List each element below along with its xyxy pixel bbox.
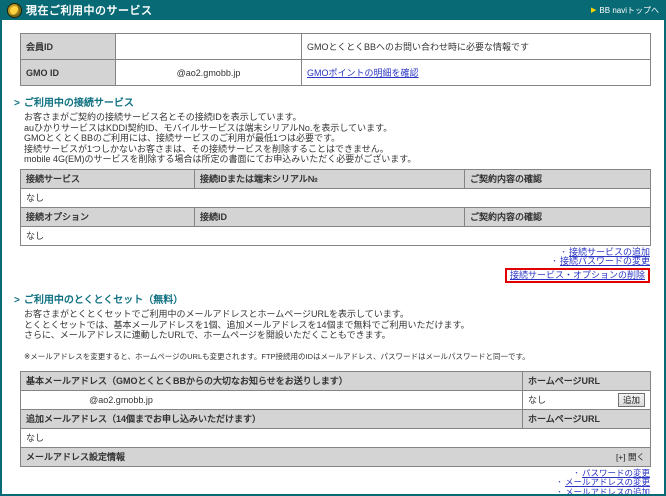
tokutoku-description: お客さまがとくとくセットでご利用中のメールアドレスとホームページURLを表示して…: [24, 309, 664, 341]
table-header-row: 接続オプション 接続ID ご契約内容の確認: [21, 207, 651, 226]
bullet-icon: ・: [560, 249, 567, 256]
description-line: さらに、メールアドレスに連動したURLで、ホームページを開設いただくこともできま…: [24, 330, 664, 341]
link-add-connection-service[interactable]: 接続サービスの追加: [569, 247, 650, 257]
bb-mascot-icon: [7, 3, 22, 18]
mail-settings-label: メールアドレス設定情報: [26, 450, 125, 463]
red-highlight-box: 接続サービス・オプションの削除: [505, 268, 650, 284]
header-bar: 現在ご利用中のサービス ▶ BB naviトップへ: [0, 0, 666, 20]
mail-settings-open-toggle[interactable]: [+] 開く: [616, 451, 645, 463]
content-area: 会員ID GMOとくとくBBへのお問い合わせ時に必要な情報です GMO ID @…: [2, 20, 664, 494]
section-prefix: >: [14, 295, 20, 306]
table-row: GMO ID @ao2.gmobb.jp GMOポイントの明細を確認: [21, 60, 651, 86]
description-line: お客さまがご契約の接続サービス名とその接続IDを表示しています。: [24, 112, 664, 123]
connection-table: 接続サービス 接続IDまたは端末シリアル№ ご契約内容の確認 なし 接続オプショ…: [20, 169, 651, 246]
bbnavi-top-label: BB naviトップへ: [599, 5, 659, 16]
table-row: なし: [21, 226, 651, 245]
link-change-connection-password[interactable]: 接続パスワードの変更: [560, 256, 650, 266]
col-connection-service: 接続サービス: [21, 169, 195, 188]
col-connection-option: 接続オプション: [21, 207, 195, 226]
col-contract-check2: ご契約内容の確認: [465, 207, 651, 226]
account-table: 会員ID GMOとくとくBBへのお問い合わせ時に必要な情報です GMO ID @…: [20, 33, 651, 86]
page: 現在ご利用中のサービス ▶ BB naviトップへ 会員ID GMOとくとくBB…: [0, 0, 666, 496]
connection-option-none: なし: [21, 226, 651, 245]
col-homepage-url2: ホームページURL: [523, 409, 651, 428]
description-line: GMOとくとくBBのご利用には、接続サービスのご利用が最低1つは必要です。: [24, 133, 664, 144]
link-line: ・メールアドレスの変更: [20, 478, 650, 488]
table-header-row: 追加メールアドレス（14個までお申し込みいただけます） ホームページURL: [21, 409, 651, 428]
table-row: なし: [21, 188, 651, 207]
additional-mail-none: なし: [21, 428, 651, 447]
col-contract-check: ご契約内容の確認: [465, 169, 651, 188]
link-add-mail-address[interactable]: メールアドレスの追加: [565, 487, 650, 494]
col-basic-mail: 基本メールアドレス（GMOとくとくBBからの大切なお知らせをお送りします）: [21, 371, 523, 390]
gmo-points-link[interactable]: GMOポイントの明細を確認: [307, 68, 419, 78]
member-id-note: GMOとくとくBBへのお問い合わせ時に必要な情報です: [302, 34, 651, 60]
link-line: ・メールアドレスの追加: [20, 488, 650, 494]
col-connection-id2: 接続ID: [195, 207, 465, 226]
bullet-icon: ・: [573, 470, 580, 477]
link-line: ・パスワードの変更: [20, 469, 650, 479]
bullet-icon: ・: [556, 489, 563, 494]
section-prefix: >: [14, 98, 20, 109]
table-header-row: 基本メールアドレス（GMOとくとくBBからの大切なお知らせをお送りします） ホー…: [21, 371, 651, 390]
bbnavi-top-link[interactable]: ▶ BB naviトップへ: [591, 5, 659, 16]
table-row: 会員ID GMOとくとくBBへのお問い合わせ時に必要な情報です: [21, 34, 651, 60]
member-id-label: 会員ID: [21, 34, 116, 60]
mail-links: ・パスワードの変更 ・メールアドレスの変更 ・メールアドレスの追加 ・追加メール…: [20, 469, 650, 494]
header-left: 現在ご利用中のサービス: [7, 2, 153, 18]
basic-email-value: @ao2.gmobb.jp: [26, 395, 216, 405]
col-additional-mail: 追加メールアドレス（14個までお申し込みいただけます）: [21, 409, 523, 428]
gmo-id-value: @ao2.gmobb.jp: [116, 60, 302, 86]
page-title: 現在ご利用中のサービス: [26, 2, 153, 18]
description-line: お客さまがとくとくセットでご利用中のメールアドレスとホームページURLを表示して…: [24, 309, 664, 320]
col-homepage-url: ホームページURL: [523, 371, 651, 390]
description-line: とくとくセットでは、基本メールアドレスを1個、追加メールアドレスを14個まで無料…: [24, 320, 664, 331]
table-header-row: 接続サービス 接続IDまたは端末シリアル№ ご契約内容の確認: [21, 169, 651, 188]
table-row: @ao2.gmobb.jp なし 追加: [21, 390, 651, 409]
description-line: auひかりサービスはKDDI契約ID、モバイルサービスは端末シリアルNo.を表示…: [24, 123, 664, 134]
table-header-row: メールアドレス設定情報 [+] 開く: [21, 447, 651, 466]
mail-table: 基本メールアドレス（GMOとくとくBBからの大切なお知らせをお送りします） ホー…: [20, 371, 651, 467]
add-homepage-button[interactable]: 追加: [618, 393, 645, 407]
connection-service-none: なし: [21, 188, 651, 207]
tokutoku-section-title: >ご利用中のとくとくセット（無料）: [14, 291, 664, 306]
bullet-icon: ・: [556, 479, 563, 486]
link-line: ・接続サービスの追加: [20, 248, 650, 258]
arrow-icon: ▶: [591, 7, 596, 14]
bullet-icon: ・: [551, 258, 558, 265]
gmo-id-label: GMO ID: [21, 60, 116, 86]
homepage-url-value: なし: [528, 393, 546, 406]
link-change-mail-address[interactable]: メールアドレスの変更: [565, 477, 650, 487]
link-delete-connection-service-option[interactable]: 接続サービス・オプションの削除: [510, 270, 645, 280]
link-change-password[interactable]: パスワードの変更: [582, 468, 650, 478]
mail-change-note: ※メールアドレスを変更すると、ホームページのURLも変更されます。FTP接続用の…: [24, 351, 664, 362]
connection-links: ・接続サービスの追加 ・接続パスワードの変更 接続サービス・オプションの削除: [20, 248, 650, 284]
link-line: ・接続パスワードの変更: [20, 257, 650, 267]
description-line: mobile 4G(EM)のサービスを削除する場合は所定の書面にてお申込みいただ…: [24, 154, 664, 165]
description-line: 接続サービスが1つしかないお客さまは、その接続サービスを削除することはできません…: [24, 144, 664, 155]
member-id-value: [116, 34, 302, 60]
table-row: なし: [21, 428, 651, 447]
link-line: 接続サービス・オプションの削除: [20, 267, 650, 284]
col-connection-id: 接続IDまたは端末シリアル№: [195, 169, 465, 188]
connection-section-title: >ご利用中の接続サービス: [14, 94, 664, 109]
connection-description: お客さまがご契約の接続サービス名とその接続IDを表示しています。 auひかりサー…: [24, 112, 664, 165]
